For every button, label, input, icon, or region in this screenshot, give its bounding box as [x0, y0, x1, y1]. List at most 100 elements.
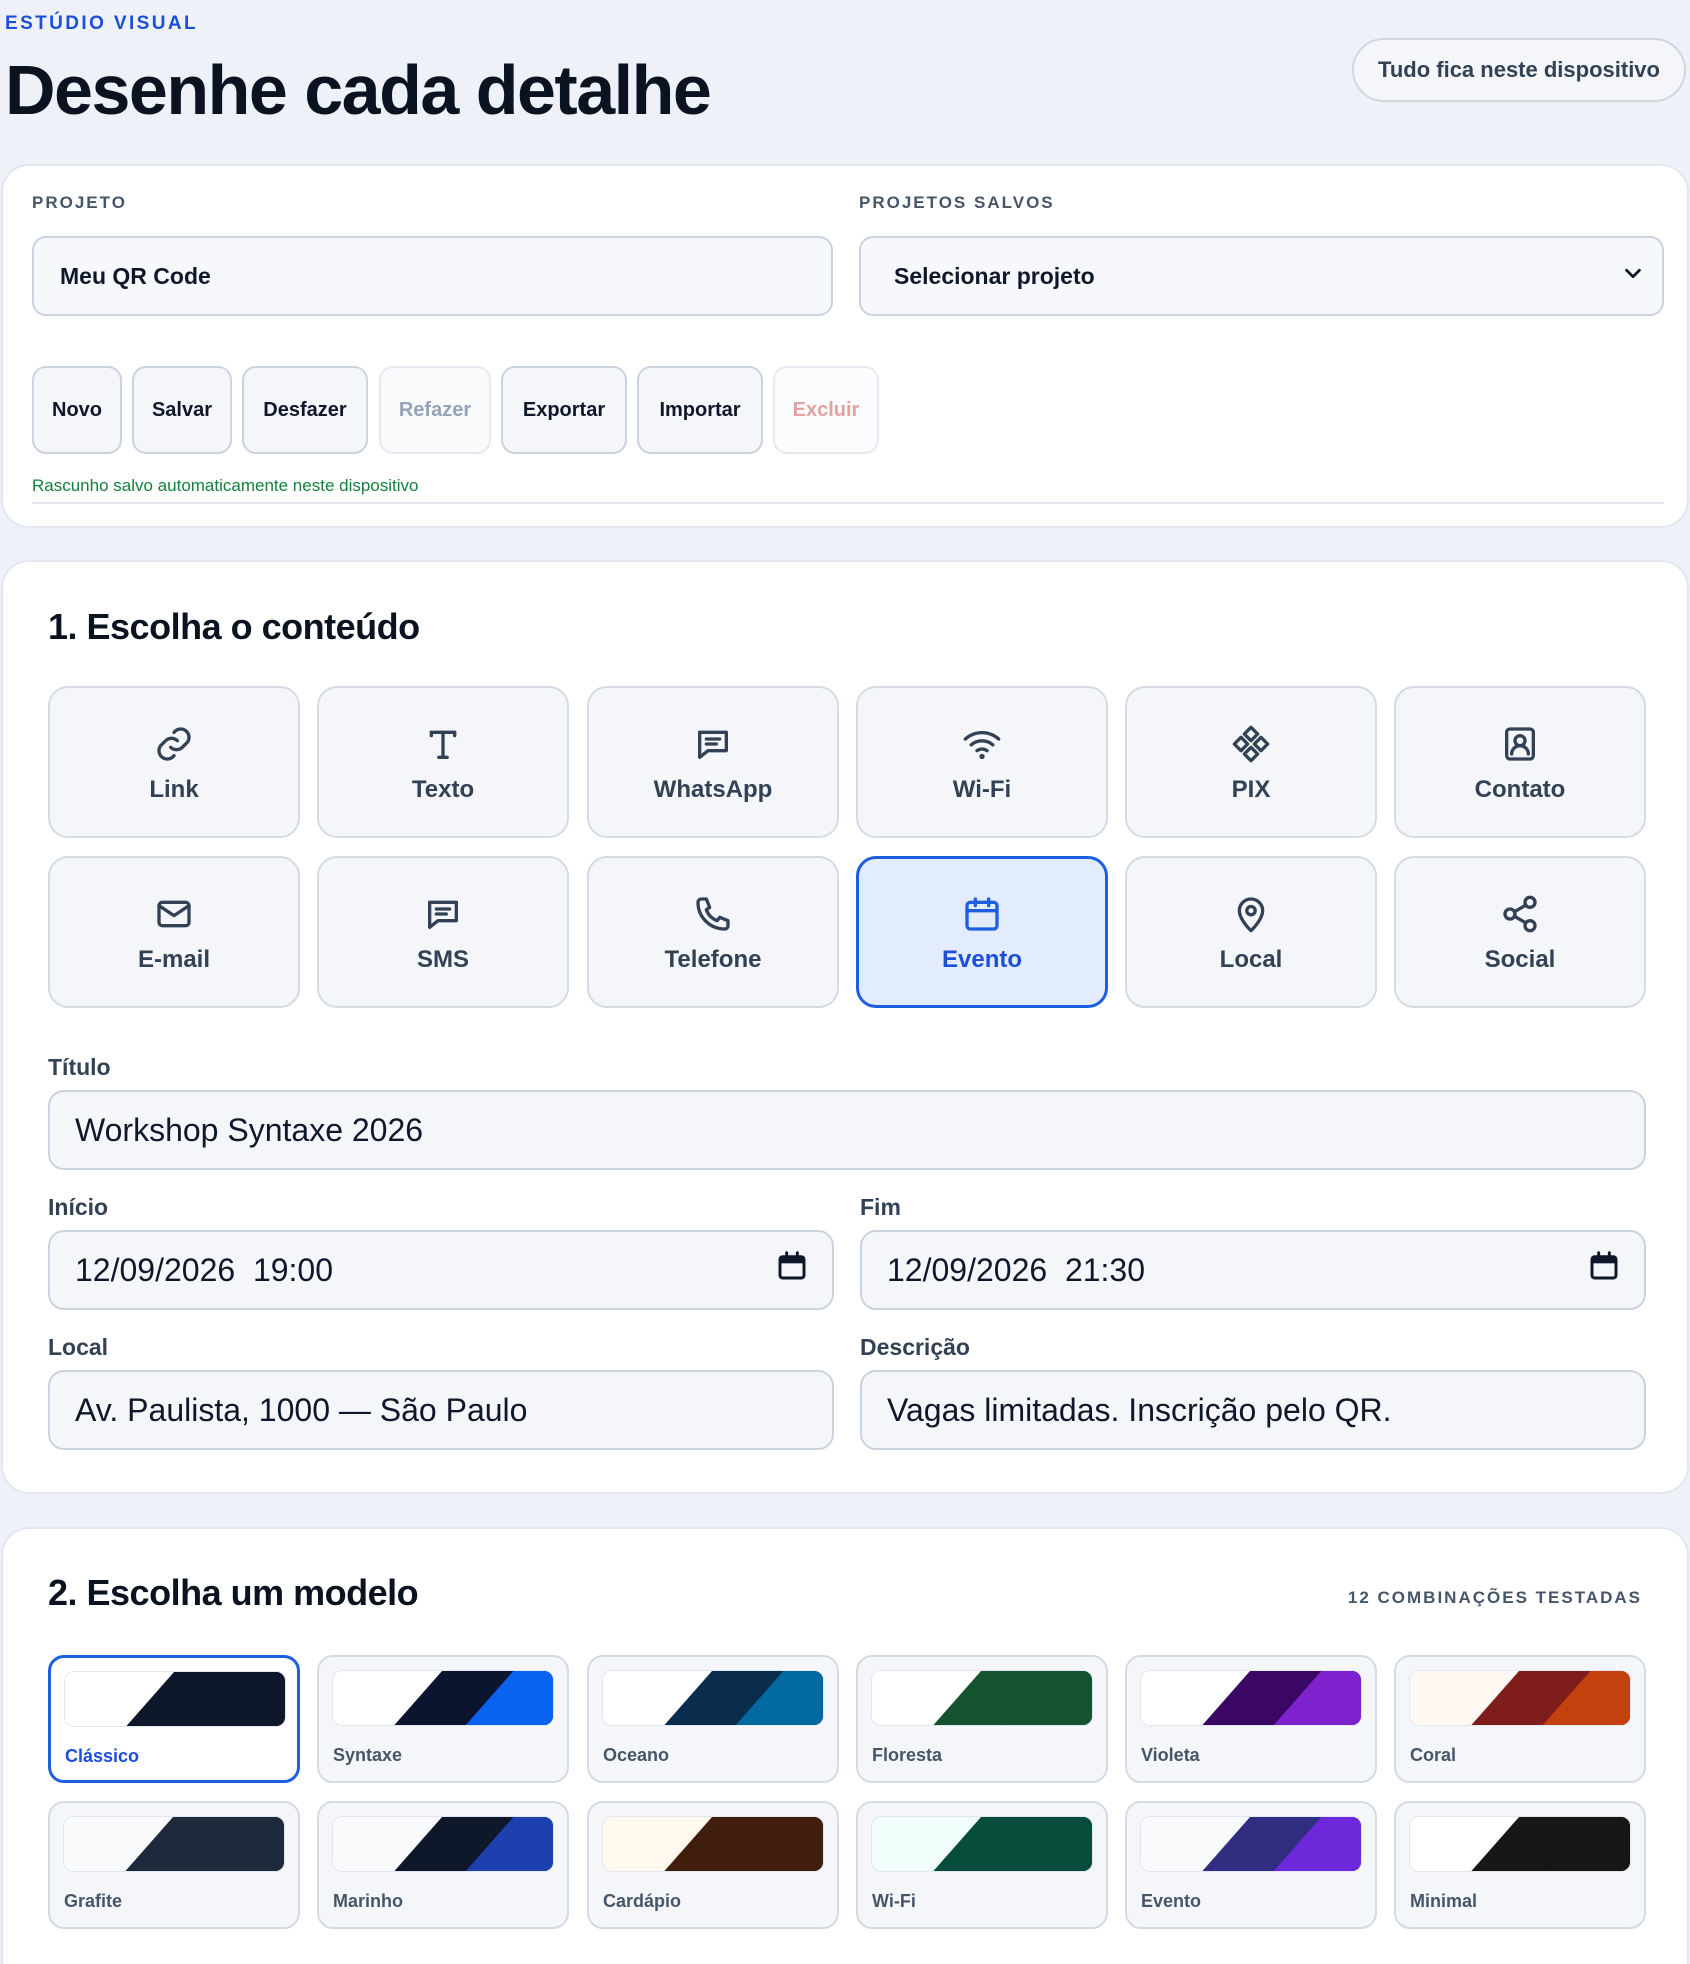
- project-name-input[interactable]: Meu QR Code: [32, 236, 833, 316]
- color-swatch: [1140, 1816, 1362, 1872]
- phone-icon: [693, 894, 733, 934]
- model-option-violeta[interactable]: Violeta: [1125, 1655, 1377, 1783]
- start-label: Início: [48, 1194, 109, 1220]
- delete-button[interactable]: Excluir: [773, 366, 879, 454]
- color-swatch: [1140, 1670, 1362, 1726]
- model-name: Grafite: [64, 1891, 123, 1911]
- title-label: Título: [48, 1054, 111, 1080]
- content-type-label: Texto: [411, 776, 475, 803]
- color-swatch: [1409, 1816, 1631, 1872]
- calendar-icon: [962, 894, 1002, 934]
- model-name: Evento: [1141, 1891, 1202, 1911]
- redo-button[interactable]: Refazer: [379, 366, 491, 454]
- model-name: Minimal: [1410, 1891, 1478, 1911]
- content-type-link[interactable]: Link: [48, 686, 300, 838]
- content-type-label: Social: [1484, 946, 1556, 973]
- color-swatch: [602, 1816, 824, 1872]
- content-type-telefone[interactable]: Telefone: [587, 856, 839, 1008]
- contact-icon: [1500, 724, 1540, 764]
- model-option-grafite[interactable]: Grafite: [48, 1801, 300, 1929]
- start-datetime-input[interactable]: 12/09/2026 19:00: [48, 1230, 834, 1310]
- content-type-label: E-mail: [137, 946, 211, 973]
- saved-projects-label: PROJETOS SALVOS: [859, 193, 1055, 212]
- content-type-texto[interactable]: Texto: [317, 686, 569, 838]
- model-option-evento[interactable]: Evento: [1125, 1801, 1377, 1929]
- model-name: Floresta: [872, 1745, 943, 1765]
- undo-button[interactable]: Desfazer: [242, 366, 368, 454]
- content-type-label: Evento: [941, 946, 1022, 973]
- model-card: 2. Escolha um modelo 12 COMBINAÇÕES TEST…: [1, 1527, 1689, 1964]
- wifi-icon: [962, 724, 1002, 764]
- model-option-syntaxe[interactable]: Syntaxe: [317, 1655, 569, 1783]
- content-type-pix[interactable]: PIX: [1125, 686, 1377, 838]
- color-swatch: [63, 1816, 285, 1872]
- content-type-label: Wi-Fi: [952, 776, 1012, 803]
- location-label: Local: [48, 1334, 109, 1360]
- model-name: Cardápio: [603, 1891, 682, 1911]
- description-input[interactable]: Vagas limitadas. Inscrição pelo QR.: [860, 1370, 1646, 1450]
- model-option-floresta[interactable]: Floresta: [856, 1655, 1108, 1783]
- import-button[interactable]: Importar: [637, 366, 763, 454]
- content-type-local[interactable]: Local: [1125, 856, 1377, 1008]
- color-swatch: [1409, 1670, 1631, 1726]
- start-datetime-value: 12/09/2026 19:00: [75, 1251, 334, 1288]
- content-section-title: 1. Escolha o conteúdo: [48, 606, 420, 647]
- pix-icon: [1231, 724, 1271, 764]
- mail-icon: [154, 894, 194, 934]
- model-option-cardapio[interactable]: Cardápio: [587, 1801, 839, 1929]
- model-option-marinho[interactable]: Marinho: [317, 1801, 569, 1929]
- content-type-social[interactable]: Social: [1394, 856, 1646, 1008]
- model-name: Coral: [1410, 1745, 1457, 1765]
- model-name: Clássico: [65, 1746, 140, 1766]
- model-option-minimal[interactable]: Minimal: [1394, 1801, 1646, 1929]
- calendar-picker-icon[interactable]: [776, 1250, 808, 1290]
- content-card: 1. Escolha o conteúdo Link Texto WhatsApp W…: [1, 560, 1689, 1494]
- sms-icon: [423, 894, 463, 934]
- saved-projects-select[interactable]: Selecionar projeto: [859, 236, 1664, 316]
- export-button[interactable]: Exportar: [501, 366, 627, 454]
- link-icon: [154, 724, 194, 764]
- new-button[interactable]: Novo: [32, 366, 122, 454]
- content-type-sms[interactable]: SMS: [317, 856, 569, 1008]
- calendar-picker-icon[interactable]: [1588, 1250, 1620, 1290]
- content-type-whatsapp[interactable]: WhatsApp: [587, 686, 839, 838]
- save-button[interactable]: Salvar: [132, 366, 232, 454]
- content-type-label: Telefone: [664, 946, 762, 973]
- share-icon: [1500, 894, 1540, 934]
- chat-icon: [693, 724, 733, 764]
- divider: [32, 502, 1664, 504]
- model-section-title: 2. Escolha um modelo: [48, 1572, 419, 1613]
- color-swatch: [64, 1671, 286, 1727]
- title-input[interactable]: Workshop Syntaxe 2026: [48, 1090, 1646, 1170]
- content-type-label: SMS: [416, 946, 469, 973]
- project-card: PROJETO Meu QR Code PROJETOS SALVOS Sele…: [1, 164, 1689, 528]
- title-input-value: Workshop Syntaxe 2026: [75, 1111, 424, 1148]
- content-type-contato[interactable]: Contato: [1394, 686, 1646, 838]
- model-option-coral[interactable]: Coral: [1394, 1655, 1646, 1783]
- content-type-wi-fi[interactable]: Wi-Fi: [856, 686, 1108, 838]
- content-type-evento[interactable]: Evento: [856, 856, 1108, 1008]
- model-option-wi-fi[interactable]: Wi-Fi: [856, 1801, 1108, 1929]
- content-type-label: Link: [149, 776, 199, 803]
- model-name: Violeta: [1141, 1745, 1200, 1765]
- content-type-label: Contato: [1474, 776, 1566, 803]
- end-datetime-input[interactable]: 12/09/2026 21:30: [860, 1230, 1646, 1310]
- model-name: Syntaxe: [333, 1745, 403, 1765]
- model-option-oceano[interactable]: Oceano: [587, 1655, 839, 1783]
- location-input[interactable]: Av. Paulista, 1000 — São Paulo: [48, 1370, 834, 1450]
- model-name: Wi-Fi: [872, 1891, 916, 1911]
- model-option-classico[interactable]: Clássico: [48, 1655, 300, 1783]
- combinations-count: 12 COMBINAÇÕES TESTADAS: [1347, 1588, 1642, 1607]
- text-icon: [423, 724, 463, 764]
- page-title: Desenhe cada detalhe: [5, 51, 712, 129]
- location-input-value: Av. Paulista, 1000 — São Paulo: [75, 1391, 528, 1428]
- color-swatch: [871, 1670, 1093, 1726]
- model-name: Marinho: [333, 1891, 403, 1911]
- content-type-e-mail[interactable]: E-mail: [48, 856, 300, 1008]
- saved-projects-select-value: Selecionar projeto: [894, 262, 1095, 289]
- color-swatch: [332, 1670, 554, 1726]
- model-name: Oceano: [603, 1745, 670, 1765]
- color-swatch: [332, 1816, 554, 1872]
- project-label: PROJETO: [32, 193, 127, 212]
- autosave-status: Rascunho salvo automaticamente neste dis…: [32, 476, 419, 495]
